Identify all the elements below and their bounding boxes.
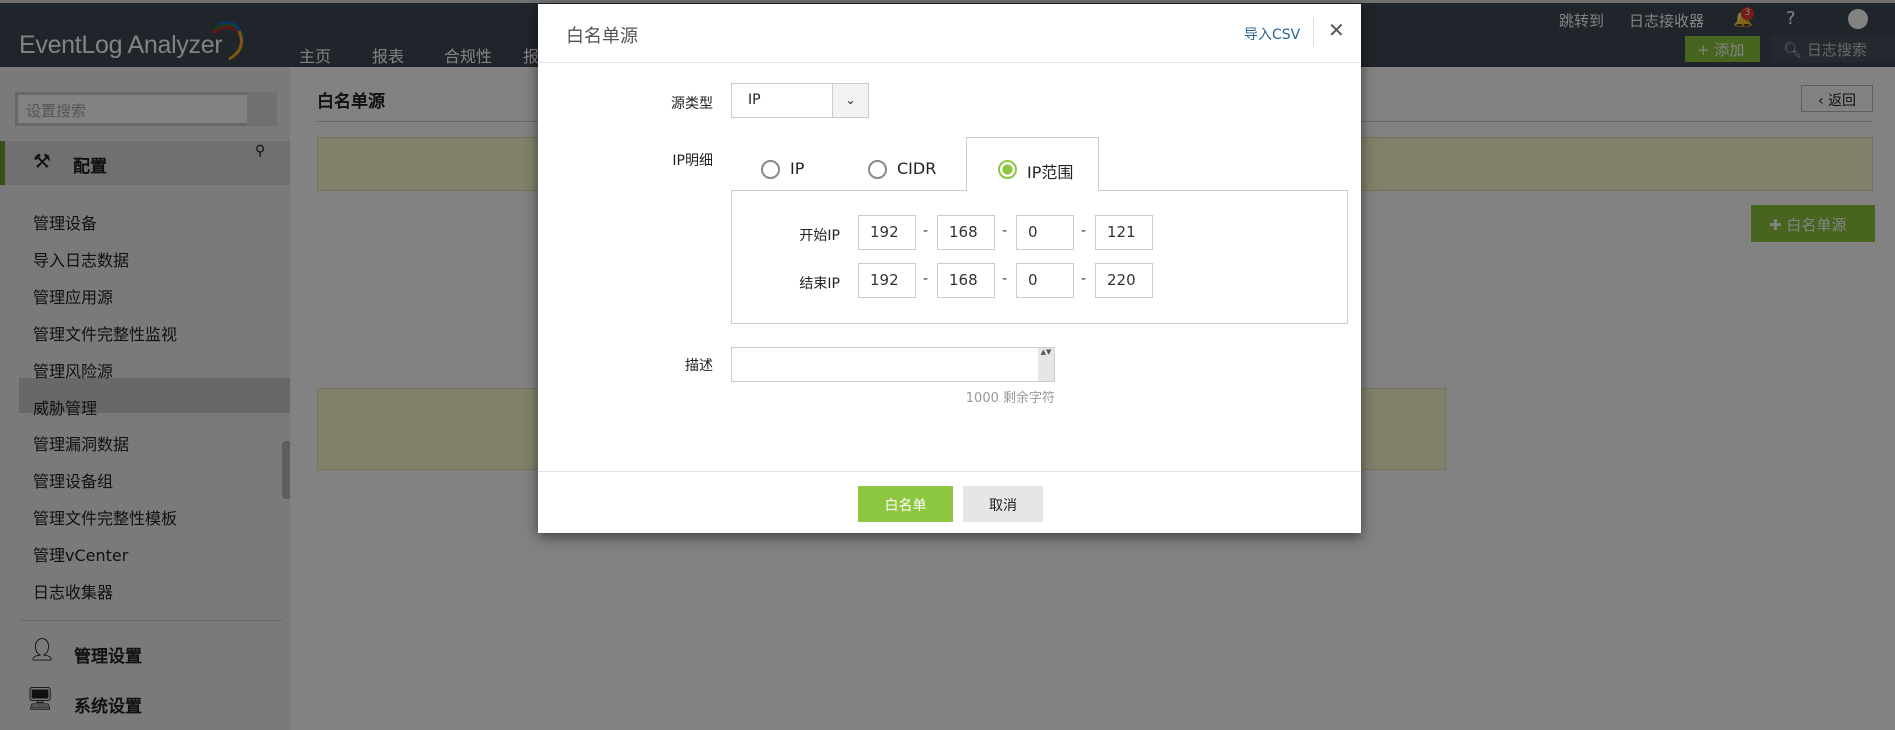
end-ip-octet-3[interactable]: 0 xyxy=(1016,263,1074,298)
remaining-chars: 1000 剩余字符 xyxy=(965,391,1055,406)
source-type-value: IP xyxy=(748,92,761,108)
ip-detail-label: IP明细 xyxy=(672,153,713,169)
tab-label: IP xyxy=(790,159,805,178)
octet-separator: - xyxy=(1081,223,1087,239)
dialog-title: 白名单源 xyxy=(566,26,638,47)
radio-ip-range-selected[interactable] xyxy=(998,160,1017,179)
end-ip-octet-4[interactable]: 220 xyxy=(1095,263,1153,298)
import-csv-link[interactable]: 导入CSV xyxy=(1244,24,1300,44)
start-ip-octet-2[interactable]: 168 xyxy=(937,215,995,250)
description-label: 描述 xyxy=(685,358,713,374)
divider xyxy=(1313,18,1314,46)
tab-label: IP范围 xyxy=(1027,163,1074,182)
start-ip-octet-1[interactable]: 192 xyxy=(858,215,916,250)
divider xyxy=(538,471,1361,472)
radio-ip[interactable] xyxy=(761,160,780,179)
octet-separator: - xyxy=(1081,271,1087,287)
chevron-down-icon[interactable]: ⌄ xyxy=(832,84,868,117)
octet-separator: - xyxy=(923,271,929,287)
start-ip-octet-4[interactable]: 121 xyxy=(1095,215,1153,250)
start-ip-octet-3[interactable]: 0 xyxy=(1016,215,1074,250)
source-type-label: 源类型 xyxy=(671,96,713,112)
source-type-select[interactable]: IP ⌄ xyxy=(731,83,869,118)
start-ip-label: 开始IP xyxy=(799,228,840,244)
octet-separator: - xyxy=(1002,223,1008,239)
tab-label: CIDR xyxy=(897,159,937,178)
end-ip-label: 结束IP xyxy=(799,276,840,292)
divider xyxy=(538,62,1361,63)
close-icon[interactable]: ✕ xyxy=(1328,18,1345,42)
radio-cidr[interactable] xyxy=(868,160,887,179)
resize-handle-icon[interactable]: ▲▼ xyxy=(1038,348,1054,381)
whitelist-submit-button[interactable]: 白名单 xyxy=(858,486,953,522)
octet-separator: - xyxy=(923,223,929,239)
description-textarea[interactable]: ▲▼ xyxy=(731,347,1055,382)
end-ip-octet-2[interactable]: 168 xyxy=(937,263,995,298)
octet-separator: - xyxy=(1002,271,1008,287)
cancel-button[interactable]: 取消 xyxy=(963,486,1043,522)
ip-range-panel xyxy=(731,190,1348,324)
end-ip-octet-1[interactable]: 192 xyxy=(858,263,916,298)
whitelist-source-dialog: 白名单源 导入CSV ✕ 源类型 IP ⌄ IP明细 IP CIDR IP范围 … xyxy=(538,4,1361,533)
